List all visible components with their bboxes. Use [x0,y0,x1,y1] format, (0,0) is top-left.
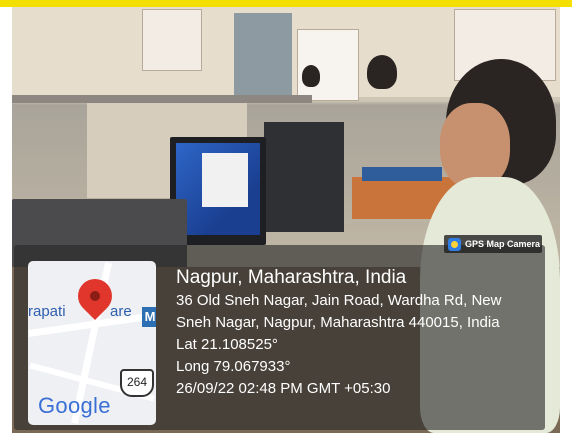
blue-folder [362,167,442,181]
top-highlight-bar [0,0,572,7]
metro-badge: M [142,307,156,327]
location-info: Nagpur, Maharashtra, India 36 Old Sneh N… [176,266,501,400]
latitude: Lat 21.108525° [176,336,278,353]
map-pin-center [90,291,100,301]
map-road-label-2: are [110,303,132,320]
app-badge: GPS Map Camera [444,235,542,253]
map-road-label: rapati [28,303,66,320]
google-logo: Google [38,393,111,418]
address-line-1: 36 Old Sneh Nagar, Jain Road, Wardha Rd,… [176,292,502,309]
mini-map: rapati are M 264 Google [28,261,156,425]
longitude: Long 79.067933° [176,358,291,375]
notice-board [142,9,202,71]
background-person [302,65,320,87]
geotagged-photo-frame: GPS Map Camera rapati are M 264 Google N… [0,0,572,441]
background-person [367,55,397,89]
door [234,13,292,97]
gps-camera-icon [448,237,461,251]
highway-shield: 264 [120,369,154,397]
app-badge-label: GPS Map Camera [465,239,541,249]
city-line: Nagpur, Maharashtra, India [176,267,407,288]
timestamp: 26/09/22 02:48 PM GMT +05:30 [176,380,391,397]
counter-ledge [12,95,312,103]
cpu-tower [264,122,344,232]
document-window [202,153,248,207]
address-line-2: Sneh Nagar, Nagpur, Maharashtra 440015, … [176,314,500,331]
